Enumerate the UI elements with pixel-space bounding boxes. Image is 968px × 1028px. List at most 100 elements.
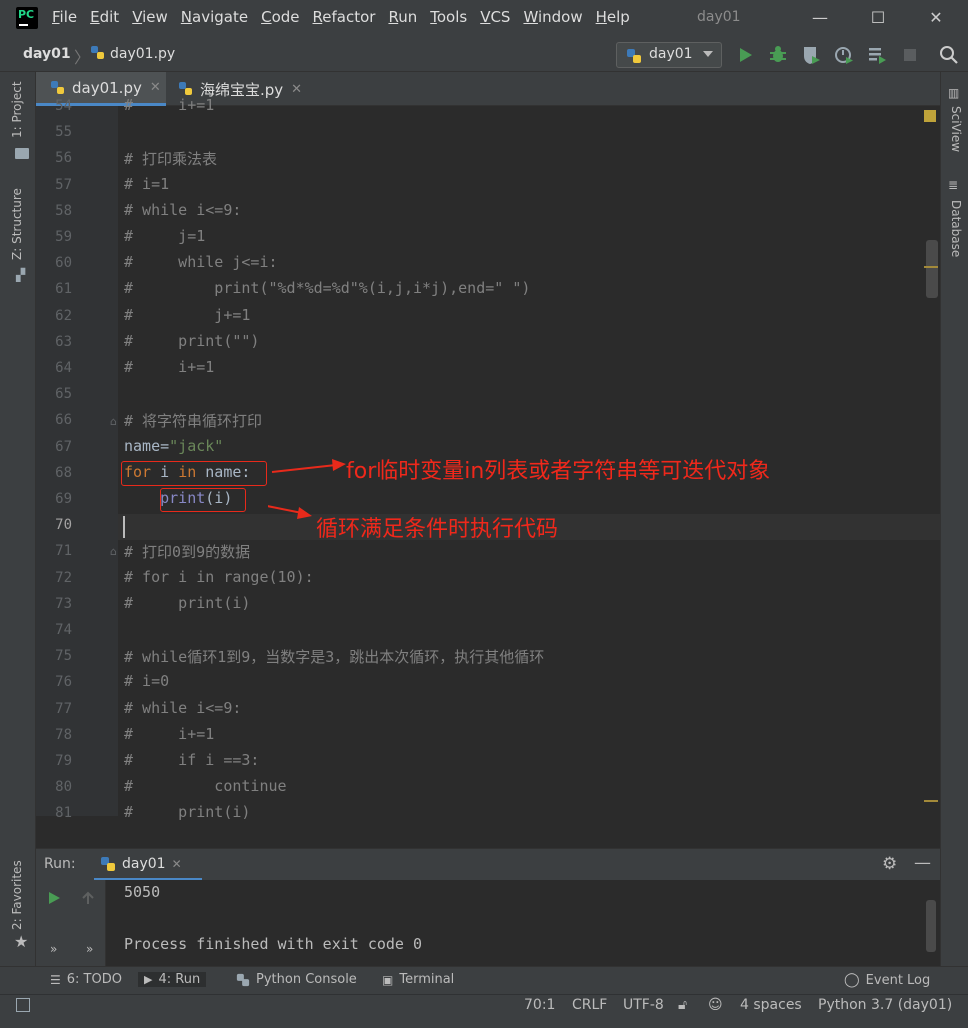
play-icon: ▶ <box>144 973 153 986</box>
fold-marker-icon[interactable]: ⌂ <box>110 415 117 428</box>
todo-label: 6: TODO <box>66 972 122 987</box>
line-number: 65 <box>55 386 72 402</box>
console-scrollbar[interactable] <box>926 900 936 952</box>
hide-panel-icon[interactable]: — <box>914 853 931 873</box>
line-number: 80 <box>55 779 72 795</box>
line-separator[interactable]: CRLF <box>572 997 607 1013</box>
code-line: # for i in range(10): <box>124 568 314 586</box>
left-tool-strip: 1: Project Z: Structure ▞ 2: Favorites ★ <box>0 72 36 992</box>
caret-position[interactable]: 70:1 <box>524 997 555 1013</box>
line-number: 62 <box>55 308 72 324</box>
event-log-icon: ◯ <box>844 972 860 988</box>
folder-icon <box>15 148 29 159</box>
run-output-console[interactable] <box>36 880 940 966</box>
scroll-marker <box>924 266 938 268</box>
more-actions-icon[interactable]: » <box>86 942 93 956</box>
rerun-icon[interactable] <box>46 890 62 906</box>
menu-navigate[interactable]: Navigate <box>181 8 248 26</box>
run-configuration-select[interactable]: day01 <box>616 42 722 68</box>
sciview-tool-button[interactable]: SciView <box>949 106 963 152</box>
line-number: 73 <box>55 596 72 612</box>
code-line: # j+=1 <box>124 306 251 324</box>
inspector-icon[interactable]: ☺ <box>708 997 723 1013</box>
line-number: 76 <box>55 674 72 690</box>
editor-scrollbar[interactable] <box>926 240 938 298</box>
database-tool-button[interactable]: Database <box>949 200 963 257</box>
run-tool-button[interactable]: ▶ 4: Run <box>138 972 207 987</box>
menu-view[interactable]: View <box>132 8 168 26</box>
run-icon[interactable] <box>734 44 756 66</box>
breadcrumb-file[interactable]: day01.py <box>110 46 175 62</box>
arrow-up-icon[interactable] <box>80 890 96 906</box>
minimize-button[interactable]: — <box>800 6 840 30</box>
todo-tool-button[interactable]: ☰ 6: TODO <box>50 972 122 987</box>
menu-help[interactable]: Help <box>596 8 630 26</box>
stop-icon[interactable] <box>899 44 921 66</box>
chevron-down-icon <box>703 51 713 57</box>
event-log-tool-button[interactable]: ◯ Event Log <box>844 972 930 988</box>
menu-tools[interactable]: Tools <box>430 8 467 26</box>
menu-code[interactable]: Code <box>261 8 299 26</box>
print-statement-highlight <box>160 488 246 512</box>
menu-edit[interactable]: Edit <box>90 8 119 26</box>
run-panel-title: Run: <box>44 856 76 872</box>
concurrency-icon[interactable] <box>866 44 888 66</box>
menu-run[interactable]: Run <box>388 8 417 26</box>
python-icon <box>101 856 115 871</box>
menu-vcs[interactable]: VCS <box>480 8 510 26</box>
profile-icon[interactable] <box>833 44 855 66</box>
close-window-button[interactable]: ✕ <box>916 6 956 30</box>
close-tab-icon[interactable]: ✕ <box>291 82 302 97</box>
line-number: 60 <box>55 255 72 271</box>
terminal-tool-button[interactable]: ▣ Terminal <box>382 972 454 987</box>
breadcrumb-project[interactable]: day01 <box>23 46 71 62</box>
python-file-icon <box>179 82 192 95</box>
menu-refactor[interactable]: Refactor <box>313 8 376 26</box>
lock-icon[interactable]: 🔓︎ <box>678 997 687 1013</box>
code-line: # if i ==3: <box>124 751 260 769</box>
search-icon[interactable] <box>938 44 960 66</box>
debug-icon[interactable] <box>767 44 789 66</box>
line-number: 72 <box>55 570 72 586</box>
line-number: 74 <box>55 622 72 638</box>
code-line: # while i<=9: <box>124 201 242 219</box>
database-icon: ≣ <box>948 178 959 192</box>
project-tool-button[interactable]: 1: Project <box>10 81 24 138</box>
line-number: 63 <box>55 334 72 350</box>
structure-icon: ▞ <box>16 268 26 282</box>
star-icon: ★ <box>14 932 29 951</box>
line-number: 75 <box>55 648 72 664</box>
line-number: 79 <box>55 753 72 769</box>
code-token: "jack" <box>169 437 224 455</box>
close-tab-icon[interactable]: ✕ <box>150 80 161 95</box>
list-icon: ☰ <box>50 972 61 987</box>
menu-window[interactable]: Window <box>523 8 582 26</box>
line-number: 55 <box>55 124 72 140</box>
gear-icon[interactable]: ⚙ <box>882 854 897 874</box>
code-line: # i=0 <box>124 672 170 690</box>
python-interpreter[interactable]: Python 3.7 (day01) <box>818 997 952 1013</box>
menu-file[interactable]: File <box>52 8 77 26</box>
line-number: 54 <box>55 98 72 114</box>
line-number: 77 <box>55 701 72 717</box>
line-number: 57 <box>55 177 72 193</box>
code-line: # 将字符串循环打印 <box>124 412 263 430</box>
print-annotation-text: 循环满足条件时执行代码 <box>316 517 559 542</box>
structure-tool-button[interactable]: Z: Structure <box>10 188 24 260</box>
fold-marker-icon[interactable]: ⌂ <box>110 545 117 558</box>
line-number: 61 <box>55 281 72 297</box>
indent-setting[interactable]: 4 spaces <box>740 997 802 1013</box>
file-encoding[interactable]: UTF-8 <box>623 997 664 1013</box>
coverage-icon[interactable] <box>800 44 822 66</box>
inspection-indicator-icon[interactable] <box>924 110 936 122</box>
output-line: Process finished with exit code 0 <box>124 935 423 953</box>
maximize-button[interactable]: ☐ <box>858 6 898 30</box>
more-actions-icon[interactable]: » <box>50 942 57 956</box>
toggle-tool-windows-icon[interactable] <box>16 998 30 1012</box>
favorites-tool-button[interactable]: 2: Favorites <box>10 860 24 930</box>
run-tab-day01[interactable]: day01 ✕ <box>94 849 202 881</box>
run-panel-header: Run: day01 ✕ ⚙ — <box>36 848 940 881</box>
code-line: # print("%d*%d=%d"%(i,j,i*j),end=" ") <box>124 279 531 297</box>
python-console-tool-button[interactable]: Python Console <box>236 972 357 987</box>
close-tab-icon[interactable]: ✕ <box>172 857 182 871</box>
